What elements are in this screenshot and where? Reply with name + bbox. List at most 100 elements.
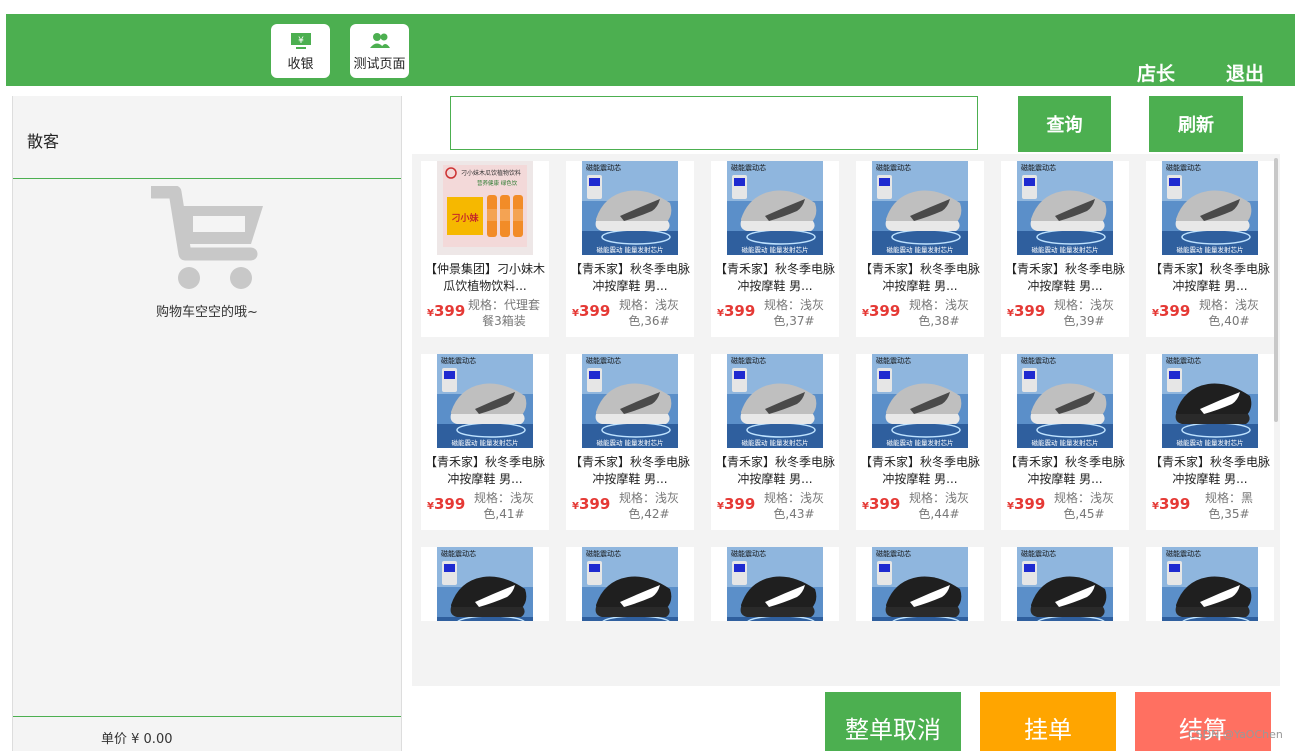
product-name: 【青禾家】秋冬季电脉冲按摩鞋 男... xyxy=(569,262,690,293)
product-card[interactable]: 磁能震动芯 磁能震动 能量发射芯片【青禾家】秋冬季电脉冲按摩鞋 男... ¥399 规… xyxy=(421,354,549,530)
svg-text:磁能震动 能量发射芯片: 磁能震动 能量发射芯片 xyxy=(1176,245,1243,254)
svg-text:磁能震动芯: 磁能震动芯 xyxy=(876,549,911,558)
logout-link[interactable]: 退出 xyxy=(1226,59,1264,86)
product-price: ¥399 xyxy=(717,495,755,513)
cart-icon xyxy=(151,186,263,289)
svg-text:磁能震动芯: 磁能震动芯 xyxy=(1021,356,1056,365)
svg-text:磁能震动芯: 磁能震动芯 xyxy=(876,163,911,172)
nav-test-page-button[interactable]: 测试页面 xyxy=(350,24,409,78)
product-price: ¥399 xyxy=(427,495,465,513)
svg-text:磁能震动芯: 磁能震动芯 xyxy=(1166,163,1201,172)
price-value: 399 xyxy=(578,495,611,513)
price-value: 399 xyxy=(433,302,466,320)
product-name: 【青禾家】秋冬季电脉冲按摩鞋 男... xyxy=(1004,455,1125,486)
hold-order-button[interactable]: 挂单 xyxy=(980,692,1116,751)
currency-symbol: ¥ xyxy=(862,501,869,512)
product-name: 【青禾家】秋冬季电脉冲按摩鞋 男... xyxy=(1149,262,1270,293)
unit-price: 单价 ¥ 0.00 xyxy=(101,732,173,747)
product-spec: 规格：浅灰色,40# xyxy=(1198,298,1259,328)
product-name: 【青禾家】秋冬季电脉冲按摩鞋 男... xyxy=(714,262,835,293)
svg-text:磁能震动芯: 磁能震动芯 xyxy=(876,356,911,365)
product-card[interactable]: 磁能震动芯 磁能震动 能量发射芯片 【青禾家】秋冬季电脉冲按摩鞋 男... ¥399 规… xyxy=(711,161,839,337)
product-card[interactable]: 磁能震动芯 磁能震动 能量发射芯片 【青禾家】秋冬季电脉冲按摩鞋 男... ¥399 规… xyxy=(566,161,694,337)
product-spec: 规格：浅灰色,43# xyxy=(763,491,824,521)
currency-symbol: ¥ xyxy=(572,308,579,319)
product-card[interactable]: 磁能震动芯磁能震动 能量发射芯片 xyxy=(566,547,694,621)
product-card[interactable]: 磁能震动芯 磁能震动 能量发射芯片 【青禾家】秋冬季电脉冲按摩鞋 男... ¥399 规… xyxy=(566,354,694,530)
currency-symbol: ¥ xyxy=(427,501,434,512)
product-card[interactable]: 磁能震动芯 磁能震动 能量发射芯片 【青禾家】秋冬季电脉冲按摩鞋 男... ¥399 规… xyxy=(711,354,839,530)
product-image: 磁能震动芯磁能震动 能量发射芯片 xyxy=(1017,354,1113,448)
svg-text:磁能震动 能量发射芯片: 磁能震动 能量发射芯片 xyxy=(1176,438,1243,447)
action-footer: 整单取消 挂单 结算 xyxy=(412,686,1280,751)
product-image: 磁能震动芯磁能震动 能量发射芯片 xyxy=(437,354,533,448)
product-price: ¥399 xyxy=(1007,302,1045,320)
svg-text:磁能震动芯: 磁能震动芯 xyxy=(731,356,766,365)
product-name: 【青禾家】秋冬季电脉冲按摩鞋 男... xyxy=(569,455,690,486)
checkout-button[interactable]: 结算 xyxy=(1135,692,1271,751)
nav-test-page-label: 测试页面 xyxy=(353,57,406,72)
product-price: ¥399 xyxy=(427,302,465,320)
product-spec: 规格：浅灰色,44# xyxy=(908,491,969,521)
product-card[interactable]: 刁小妹木瓜饮植物饮料 营养健康 绿色饮 刁小妹 【仲景集团】刁小妹木瓜饮植物饮料...… xyxy=(421,161,549,337)
scrollbar[interactable] xyxy=(1274,158,1278,422)
product-image: 磁能震动芯磁能震动 能量发射芯片 xyxy=(727,354,823,448)
product-card[interactable]: 磁能震动芯磁能震动 能量发射芯片【青禾家】秋冬季电脉冲按摩鞋 男... ¥399 规… xyxy=(1146,161,1274,337)
product-image: 磁能震动芯磁能震动 能量发射芯片 xyxy=(872,161,968,255)
svg-text:磁能震动芯: 磁能震动芯 xyxy=(586,163,621,172)
customer-label[interactable]: 散客 xyxy=(27,128,59,152)
product-spec: 规格：代理套餐3箱装 xyxy=(467,298,540,328)
search-input[interactable] xyxy=(450,96,978,150)
svg-text:磁能震动芯: 磁能震动芯 xyxy=(1166,356,1201,365)
product-price: ¥399 xyxy=(1152,495,1190,513)
product-name: 【青禾家】秋冬季电脉冲按摩鞋 男... xyxy=(859,262,980,293)
product-image: 磁能震动芯磁能震动 能量发射芯片 xyxy=(582,161,678,255)
price-value: 399 xyxy=(1158,495,1191,513)
currency-symbol: ¥ xyxy=(862,308,869,319)
cancel-order-button[interactable]: 整单取消 xyxy=(825,692,961,751)
svg-text:磁能震动芯: 磁能震动芯 xyxy=(731,163,766,172)
svg-text:营养健康 绿色饮: 营养健康 绿色饮 xyxy=(477,179,518,187)
cart-empty-text: 购物车空空的哦~ xyxy=(156,305,258,320)
product-image: 磁能震动芯磁能震动 能量发射芯片 xyxy=(1162,547,1258,621)
currency-symbol: ¥ xyxy=(1152,501,1159,512)
product-spec: 规格：浅灰色,39# xyxy=(1053,298,1114,328)
product-card[interactable]: 磁能震动芯磁能震动 能量发射芯片 xyxy=(1001,547,1129,621)
nav-cashier-button[interactable]: ¥ 收银 xyxy=(271,24,330,78)
currency-symbol: ¥ xyxy=(572,501,579,512)
refresh-button[interactable]: 刷新 xyxy=(1149,96,1243,152)
product-card[interactable]: 磁能震动芯 磁能震动 能量发射芯片 【青禾家】秋冬季电脉冲按摩鞋 男... ¥399 规… xyxy=(1001,161,1129,337)
price-value: 399 xyxy=(1013,302,1046,320)
product-card[interactable]: 磁能震动芯磁能震动 能量发射芯片 xyxy=(1146,547,1274,621)
price-value: 399 xyxy=(868,495,901,513)
product-card[interactable]: 磁能震动芯 磁能震动 能量发射芯片 【青禾家】秋冬季电脉冲按摩鞋 男... ¥399 规… xyxy=(1146,354,1274,530)
product-card[interactable]: 磁能震动芯 磁能震动 能量发射芯片 【青禾家】秋冬季电脉冲按摩鞋 男... ¥399 规… xyxy=(1001,354,1129,530)
user-role-label[interactable]: 店长 xyxy=(1137,59,1175,86)
product-card[interactable]: 磁能震动芯磁能震动 能量发射芯片 xyxy=(856,547,984,621)
svg-text:磁能震动芯: 磁能震动芯 xyxy=(586,549,621,558)
product-card[interactable]: 磁能震动芯 磁能震动 能量发射芯片 【青禾家】秋冬季电脉冲按摩鞋 男... ¥399 规… xyxy=(856,354,984,530)
svg-text:磁能震动 能量发射芯片: 磁能震动 能量发射芯片 xyxy=(451,438,518,447)
product-image: 磁能震动芯磁能震动 能量发射芯片 xyxy=(872,547,968,621)
svg-text:磁能震动 能量发射芯片: 磁能震动 能量发射芯片 xyxy=(886,438,953,447)
svg-text:磁能震动芯: 磁能震动芯 xyxy=(1021,163,1056,172)
currency-symbol: ¥ xyxy=(717,501,724,512)
nav-cashier-label: 收银 xyxy=(287,57,314,72)
product-price: ¥399 xyxy=(1152,302,1190,320)
svg-text:磁能震动芯: 磁能震动芯 xyxy=(441,549,476,558)
product-card[interactable]: 磁能震动芯磁能震动 能量发射芯片 xyxy=(421,547,549,621)
product-name: 【青禾家】秋冬季电脉冲按摩鞋 男... xyxy=(424,455,545,486)
svg-text:磁能震动 能量发射芯片: 磁能震动 能量发射芯片 xyxy=(886,245,953,254)
svg-text:磁能震动芯: 磁能震动芯 xyxy=(586,356,621,365)
product-spec: 规格：浅灰色,42# xyxy=(618,491,679,521)
query-button[interactable]: 查询 xyxy=(1018,96,1111,152)
svg-text:刁小妹: 刁小妹 xyxy=(451,212,479,224)
product-image: 磁能震动芯磁能震动 能量发射芯片 xyxy=(582,547,678,621)
product-spec: 规格：浅灰色,41# xyxy=(473,491,534,521)
product-card[interactable]: 磁能震动芯磁能震动 能量发射芯片 xyxy=(711,547,839,621)
product-image: 磁能震动芯磁能震动 能量发射芯片 xyxy=(1017,547,1113,621)
price-value: 399 xyxy=(723,495,756,513)
product-card[interactable]: 磁能震动芯 磁能震动 能量发射芯片 【青禾家】秋冬季电脉冲按摩鞋 男... ¥399 规… xyxy=(856,161,984,337)
product-image: 磁能震动芯磁能震动 能量发射芯片 xyxy=(437,547,533,621)
product-price: ¥399 xyxy=(717,302,755,320)
